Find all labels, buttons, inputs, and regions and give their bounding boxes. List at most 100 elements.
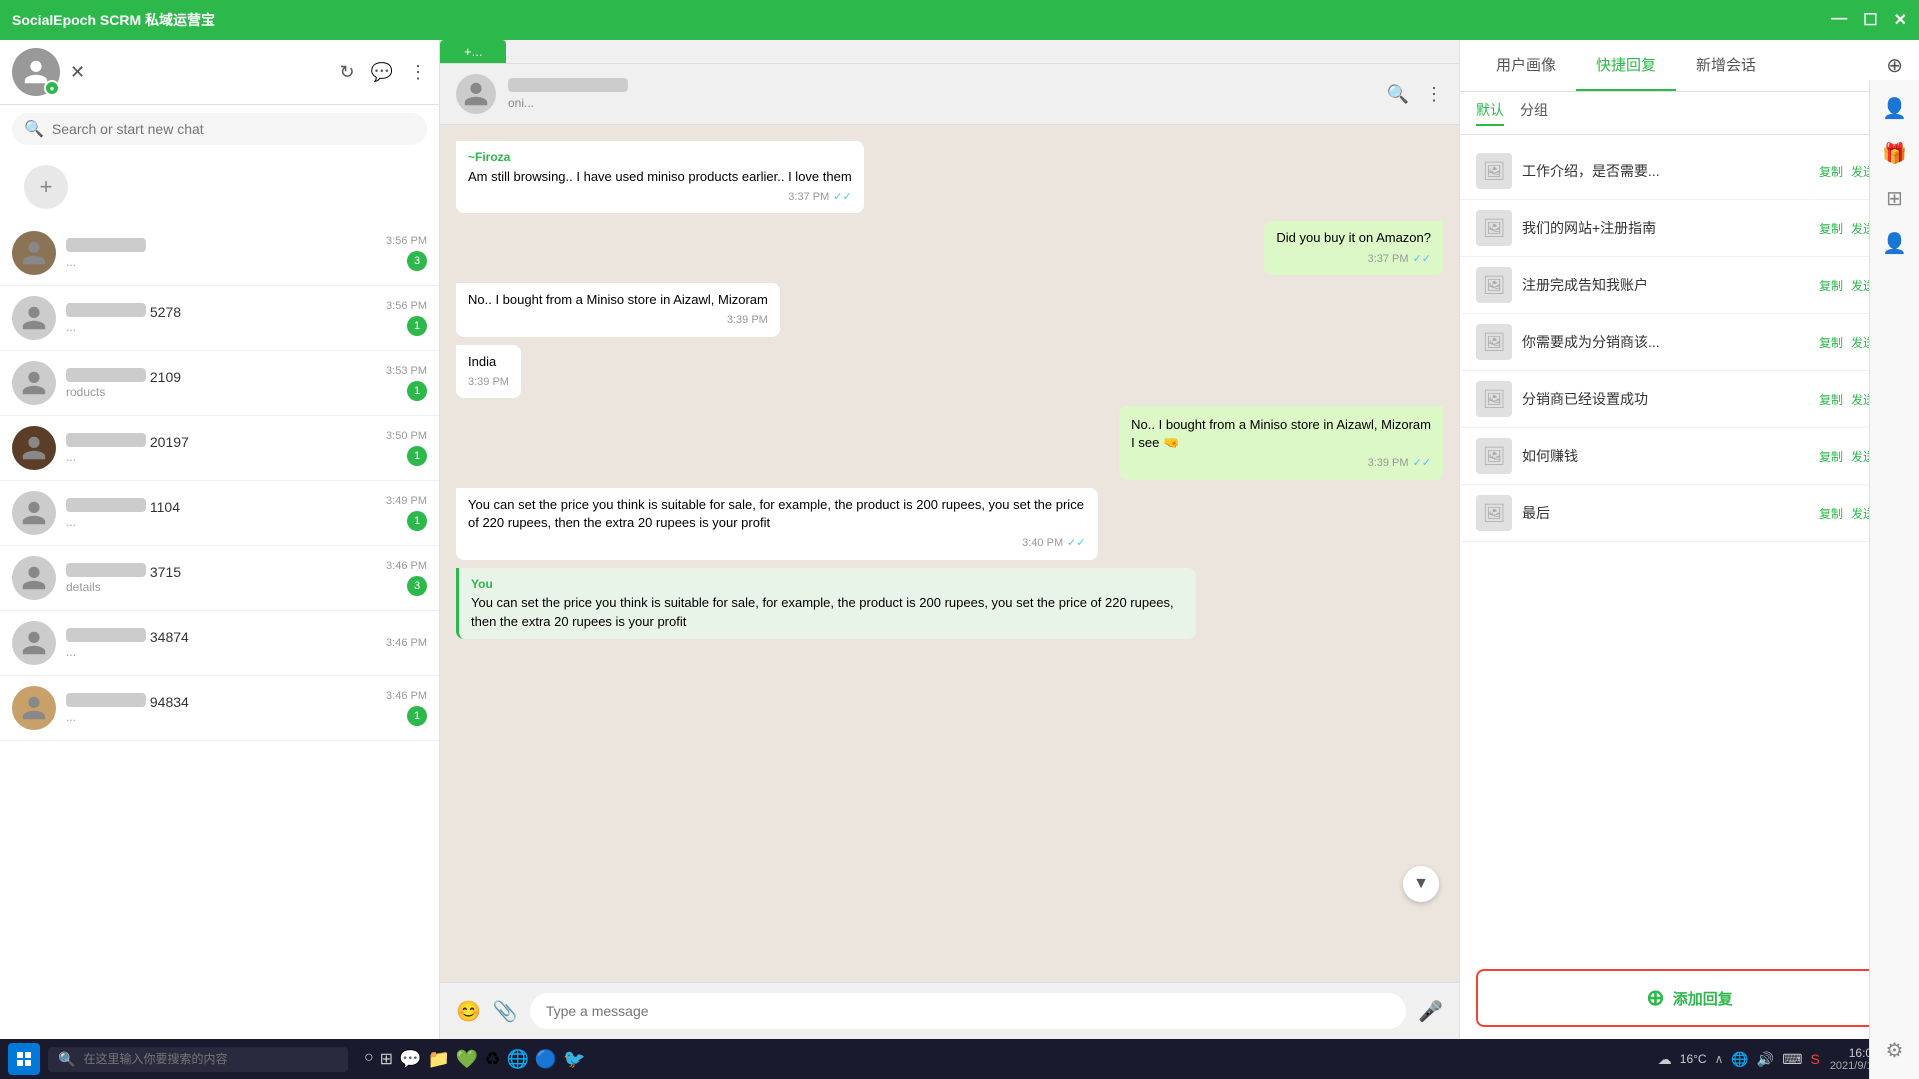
chat-name: 5278 [66,303,376,320]
chat-item[interactable]: 1104 ... 3:49 PM 1 [0,481,439,546]
reply-image: 🖼 [1476,381,1512,417]
gift-icon[interactable]: 🎁 [1882,141,1907,166]
chat-item[interactable]: ... 3:56 PM 3 [0,221,439,286]
maximize-button[interactable]: ☐ [1863,10,1877,30]
tab-user-profile[interactable]: 用户画像 [1476,40,1576,91]
profile-tab-default[interactable]: 默认 [1476,100,1504,126]
chat-badge: 1 [407,706,427,726]
emoji-icon[interactable]: 😊 [456,999,481,1024]
tab-quick-reply[interactable]: 快捷回复 [1576,40,1676,91]
folder-icon[interactable]: 📁 [428,1049,450,1070]
message-text: India [468,353,509,371]
sidebar: ● ✕ ↻ 💬 ⋮ 🔍 + [0,40,440,1039]
chat-item[interactable]: 5278 ... 3:56 PM 1 [0,286,439,351]
reply-actions: 复制 发送 [1819,391,1875,408]
reply-text: 我们的网站+注册指南 [1522,218,1809,238]
chat-info: 3715 details [66,563,376,594]
wechat-icon[interactable]: 💚 [456,1049,478,1070]
chat-tab-label: +... [464,44,482,59]
refresh-icon[interactable]: ↻ [339,62,354,83]
minimize-button[interactable]: — [1831,10,1847,30]
message-bubble: You You can set the price you think is s… [456,568,1196,639]
more-icon[interactable]: ⋮ [409,62,427,83]
sidebar-close-icon[interactable]: ✕ [70,62,85,83]
chat-preview: ... [66,515,376,529]
network-icon[interactable]: 🌐 [1731,1051,1748,1068]
reply-image: 🖼 [1476,267,1512,303]
chat-icon[interactable]: 💬 [371,62,393,83]
copy-button[interactable]: 复制 [1819,505,1843,522]
chat-area: +... oni... 🔍 ⋮ [440,40,1459,1039]
taskbar-search-input[interactable] [83,1052,338,1066]
taskview-icon[interactable]: ⊞ [380,1049,393,1070]
taskbar-search-icon: 🔍 [58,1051,75,1068]
reply-actions: 复制 发送 [1819,334,1875,351]
close-button[interactable]: ✕ [1894,10,1907,30]
window-controls[interactable]: — ☐ ✕ [1831,10,1907,30]
check-icon: ✓✓ [1413,456,1431,471]
volume-icon[interactable]: 🔊 [1757,1051,1774,1068]
message-sender: You [471,576,1184,593]
message-time: 3:37 PM ✓✓ [1276,252,1431,267]
right-icons-column: 👤 🎁 ⊞ 👤 ⚙ [1869,80,1919,1079]
sidebar-action-icons: ↻ 💬 ⋮ [339,62,427,83]
chat-avatar [12,556,56,600]
copy-button[interactable]: 复制 [1819,163,1843,180]
recycle-icon[interactable]: ♻ [484,1049,500,1070]
search-input[interactable] [52,121,415,137]
reply-actions: 复制 发送 [1819,448,1875,465]
copy-button[interactable]: 复制 [1819,277,1843,294]
start-button[interactable] [8,1043,40,1075]
chat-name: 2109 [66,368,376,385]
chat-item[interactable]: 34874 ... 3:46 PM [0,611,439,676]
profile-tab-group[interactable]: 分组 [1520,100,1548,126]
attachment-icon[interactable]: 📎 [493,999,518,1024]
chat-preview: ... [66,255,376,269]
group-icon[interactable]: ⊞ [1886,186,1903,211]
twitter-icon[interactable]: 🐦 [563,1049,585,1070]
chat-item[interactable]: 94834 ... 3:46 PM 1 [0,676,439,741]
chat-preview: roducts [66,385,376,399]
tab-new-chat[interactable]: 新增会话 [1676,40,1776,91]
message-row: No.. I bought from a Miniso store in Aiz… [456,283,1443,337]
reply-text: 最后 [1522,503,1809,523]
more-options-icon[interactable]: ⋮ [1425,84,1443,105]
copy-button[interactable]: 复制 [1819,220,1843,237]
add-reply-button[interactable]: ⊕ 添加回复 [1476,969,1903,1027]
chat-item[interactable]: 2109 roducts 3:53 PM 1 [0,351,439,416]
keyboard-icon[interactable]: ⌨ [1782,1051,1802,1068]
reply-image: 🖼 [1476,153,1512,189]
chat-app-icon[interactable]: 💬 [399,1049,421,1070]
chat-item[interactable]: 3715 details 3:46 PM 3 [0,546,439,611]
message-time: 3:37 PM ✓✓ [468,190,852,205]
chat-item[interactable]: 20197 ... 3:50 PM 1 [0,416,439,481]
chrome-icon[interactable]: 🔵 [535,1049,557,1070]
tray-chevron[interactable]: ∧ [1715,1052,1724,1066]
chat-meta: 3:56 PM 3 [386,235,427,271]
message-sender: ~Firoza [468,149,852,166]
copy-button[interactable]: 复制 [1819,448,1843,465]
cortana-icon[interactable]: ○ [364,1049,374,1070]
chat-header-status: oni... [508,96,1375,110]
voice-icon[interactable]: 🎤 [1418,999,1443,1024]
user-icon[interactable]: 👤 [1882,96,1907,121]
person-outline-icon[interactable]: 👤 [1882,231,1907,256]
edge-icon[interactable]: 🌐 [506,1049,528,1070]
copy-button[interactable]: 复制 [1819,391,1843,408]
message-input[interactable] [530,993,1406,1029]
chat-tab[interactable]: +... [440,40,506,63]
settings-icon[interactable]: ⚙ [1886,1038,1904,1063]
scrm-tray-icon[interactable]: S [1810,1051,1819,1067]
chat-avatar [12,621,56,665]
chat-meta: 3:50 PM 1 [386,430,427,466]
scroll-down-button[interactable]: ▼ [1403,866,1439,902]
chat-header-name [508,78,1375,96]
search-chat-icon[interactable]: 🔍 [1387,84,1409,105]
copy-button[interactable]: 复制 [1819,334,1843,351]
taskbar-search[interactable]: 🔍 [48,1047,348,1072]
message-time: 3:39 PM [468,375,509,390]
my-avatar[interactable]: ● [12,48,60,96]
add-chat-button[interactable]: + [24,165,68,209]
chat-avatar [12,426,56,470]
search-bar[interactable]: 🔍 [12,113,427,145]
